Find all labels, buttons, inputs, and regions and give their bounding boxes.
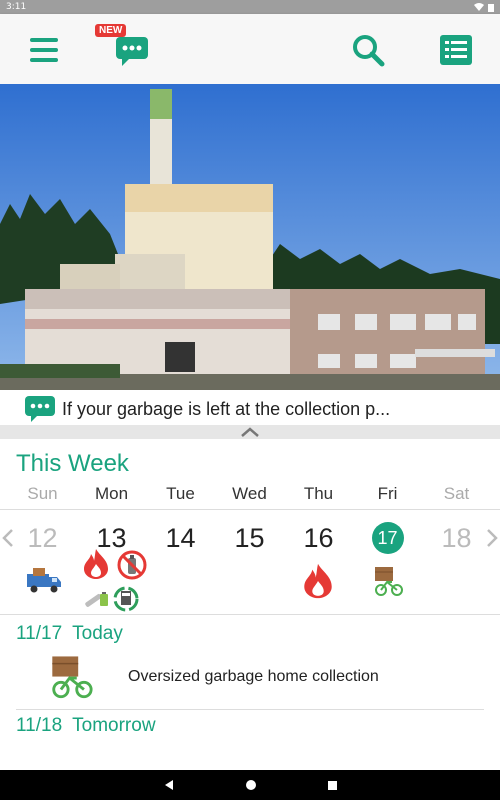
recycle-icon [113,586,139,612]
dow-thu: Thu [303,484,334,503]
dow-sun: Sun [27,484,58,503]
fri-icons[interactable] [372,566,404,602]
dates-row: 12 13 14 15 16 17 18 [0,520,500,556]
menu-icon [30,38,58,62]
burnable-fire-icon [304,563,332,599]
mon-icons[interactable] [82,548,147,612]
divider [0,509,500,510]
back-icon[interactable] [163,779,175,791]
tomorrow-label: Tomorrow [72,715,156,736]
app-bar: NEW [0,14,500,84]
date-cell[interactable]: 18 [422,520,491,556]
schedule-item-text[interactable]: Oversized garbage home collection [128,668,379,686]
battery-status-icon [488,3,494,12]
oversized-box-bike-icon [52,656,93,699]
home-icon[interactable] [245,779,257,791]
dow-mon: Mon [94,484,129,503]
tomorrow-heading: 11/18 Tomorrow [16,715,156,737]
today-circle: 17 [371,522,404,554]
today-heading: 11/17 Today [16,623,123,645]
oversized-item-icon-wrap [48,655,94,705]
tomorrow-date: 11/18 [16,715,63,736]
recents-icon[interactable] [327,780,338,791]
dow-tue: Tue [166,484,195,503]
chevron-up-icon [241,427,259,437]
battery-icon [85,592,108,607]
day-of-week-row: Sun Mon Tue Wed Thu Fri Sat [0,484,500,508]
today-date: 11/17 [16,623,63,644]
dow-sat: Sat [443,484,470,503]
collapse-handle[interactable] [0,425,500,439]
dow-fri: Fri [377,484,398,503]
system-nav-bar [0,770,500,800]
chat-bubble-icon [25,396,55,422]
notice-banner[interactable]: If your garbage is left at the collectio… [0,390,500,428]
thu-icons[interactable] [302,562,334,604]
menu-button[interactable] [28,36,60,64]
list-icon [440,35,472,65]
chat-bubble-icon [116,37,148,66]
oversized-box-bike-icon [375,567,403,596]
status-bar: 3:11 [0,0,500,14]
today-label: Today [72,623,123,644]
date-cell[interactable]: 16 [284,520,353,556]
date-cell[interactable]: 14 [146,520,215,556]
week-title: This Week [16,450,129,477]
facility-photo [0,84,500,390]
notice-text: If your garbage is left at the collectio… [62,398,391,419]
burnable-fire-icon [84,549,108,579]
search-icon [353,35,385,67]
divider [16,709,484,710]
no-spray-can-icon [117,550,147,580]
date-cell[interactable]: 12 [8,520,77,556]
search-button[interactable] [350,32,386,68]
status-time: 3:11 [6,2,27,12]
sun-icons[interactable] [26,566,62,598]
truck-icon [27,568,61,593]
divider [0,614,500,615]
list-button[interactable] [438,34,474,66]
dow-wed: Wed [232,484,267,503]
wifi-icon [474,3,484,11]
news-button[interactable] [112,34,152,68]
date-cell[interactable]: 15 [215,520,284,556]
date-cell-today[interactable]: 17 [353,520,422,556]
status-icons [474,3,494,12]
new-badge: NEW [95,24,127,37]
